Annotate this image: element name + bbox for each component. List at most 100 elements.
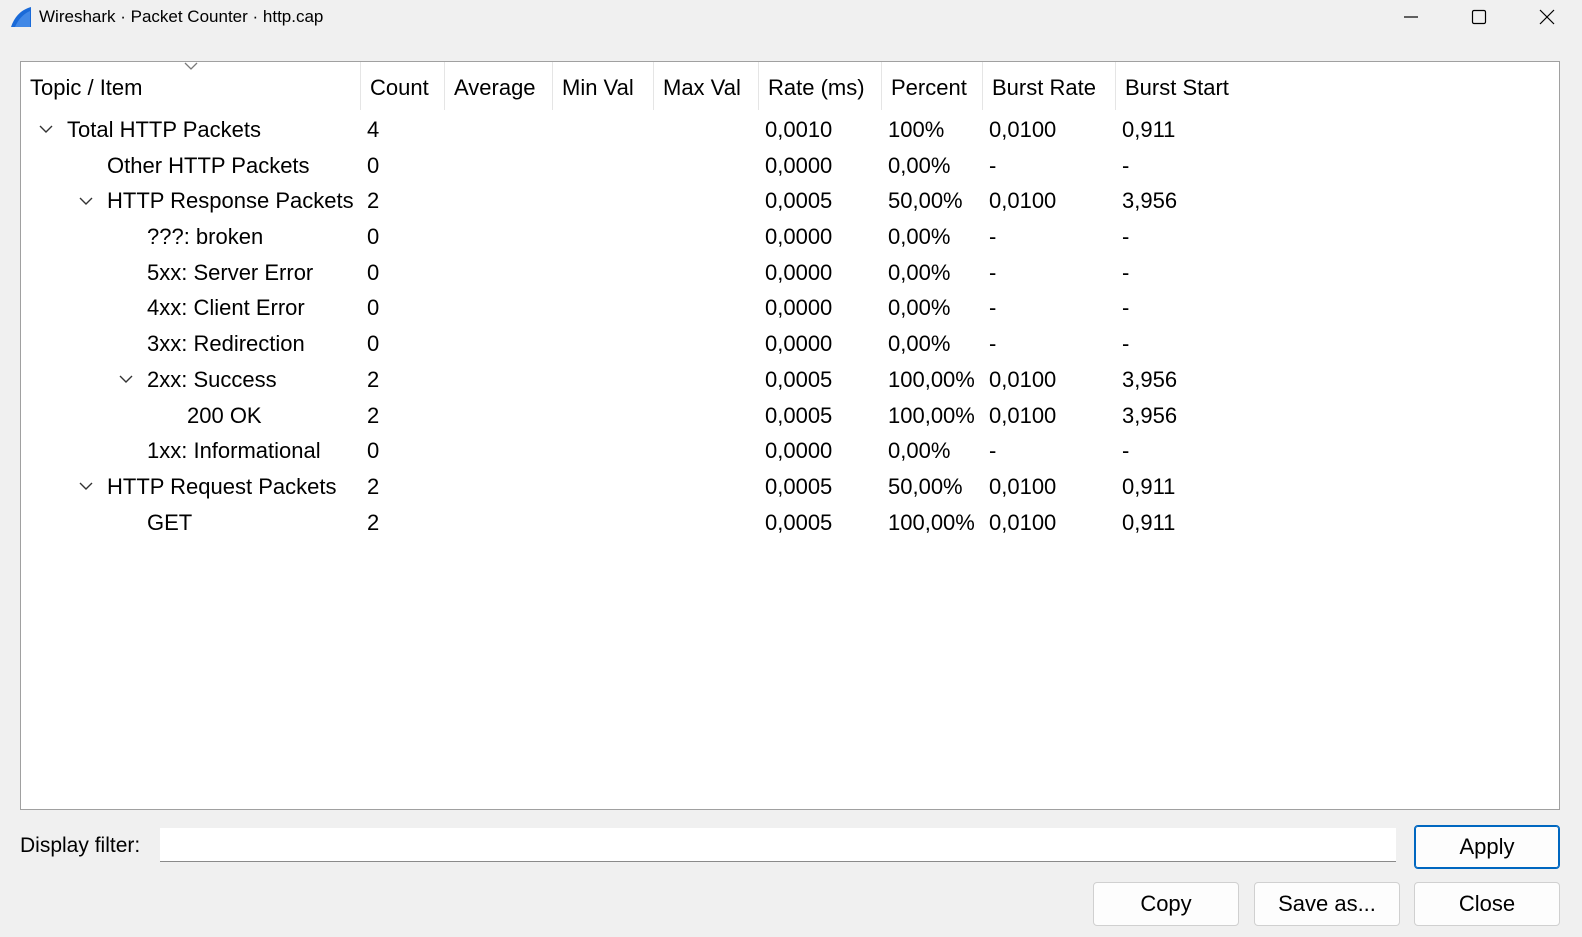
table-row[interactable]: Total HTTP Packets 4 0,0010 100% 0,0100 0,911 <box>21 112 1559 148</box>
row-topic: 200 OK <box>187 402 262 428</box>
row-percent: 0,00% <box>888 295 951 321</box>
row-burst-rate: - <box>989 224 997 250</box>
column-header-min-val[interactable]: Min Val <box>553 62 654 110</box>
chevron-down-icon <box>184 62 198 70</box>
row-count: 0 <box>367 295 380 321</box>
chevron-down-icon <box>39 125 53 134</box>
table-row[interactable]: 200 OK 2 0,0005 100,00% 0,0100 3,956 <box>21 398 1559 434</box>
row-topic: 5xx: Server Error <box>147 259 314 285</box>
row-burst-start: 3,956 <box>1122 188 1178 214</box>
table-row[interactable]: 5xx: Server Error 0 0,0000 0,00% - - <box>21 255 1559 291</box>
row-percent: 100,00% <box>888 402 975 428</box>
table-row[interactable]: HTTP Request Packets 2 0,0005 50,00% 0,0100 0… <box>21 469 1559 505</box>
row-burst-start: 0,911 <box>1122 473 1176 499</box>
save-as-button[interactable]: Save as... <box>1254 882 1400 926</box>
row-burst-start: - <box>1122 331 1130 357</box>
row-percent: 50,00% <box>888 188 963 214</box>
expand-toggle[interactable] <box>74 183 98 219</box>
row-percent: 100,00% <box>888 509 975 535</box>
apply-button[interactable]: Apply <box>1414 825 1560 869</box>
row-burst-rate: 0,0100 <box>989 509 1057 535</box>
row-percent: 0,00% <box>888 438 951 464</box>
title-bar: Wireshark · Packet Counter · http.cap <box>0 0 1582 34</box>
column-header-percent[interactable]: Percent <box>882 62 983 110</box>
table-row[interactable]: 4xx: Client Error 0 0,0000 0,00% - - <box>21 290 1559 326</box>
chevron-down-icon <box>79 482 93 491</box>
row-burst-start: - <box>1122 438 1130 464</box>
row-rate: 0,0000 <box>765 152 833 178</box>
table-body: Total HTTP Packets 4 0,0010 100% 0,0100 0,911… <box>21 112 1559 540</box>
table-row[interactable]: 1xx: Informational 0 0,0000 0,00% - - <box>21 433 1559 469</box>
row-count: 2 <box>367 509 380 535</box>
column-header-burst-rate[interactable]: Burst Rate <box>983 62 1116 110</box>
table-row[interactable]: 3xx: Redirection 0 0,0000 0,00% - - <box>21 326 1559 362</box>
expand-toggle[interactable] <box>74 469 98 505</box>
maximize-button[interactable] <box>1446 0 1512 34</box>
expand-toggle[interactable] <box>114 362 138 398</box>
row-rate: 0,0005 <box>765 402 833 428</box>
packet-counter-tree[interactable]: Topic / Item Count Average Min Val Max V… <box>20 61 1560 810</box>
table-header: Topic / Item Count Average Min Val Max V… <box>21 62 1559 110</box>
copy-button[interactable]: Copy <box>1093 882 1239 926</box>
row-burst-rate: - <box>989 438 997 464</box>
minimize-button[interactable] <box>1378 0 1444 34</box>
table-row[interactable]: GET 2 0,0005 100,00% 0,0100 0,911 <box>21 505 1559 541</box>
row-burst-start: 0,911 <box>1122 117 1176 142</box>
row-rate: 0,0000 <box>765 438 833 464</box>
column-header-burst-start[interactable]: Burst Start <box>1116 62 1559 110</box>
row-rate: 0,0005 <box>765 473 833 499</box>
row-percent: 100,00% <box>888 366 975 392</box>
row-count: 0 <box>367 224 380 250</box>
row-topic: GET <box>147 509 193 535</box>
column-header-max-val[interactable]: Max Val <box>654 62 759 110</box>
table-row[interactable]: 2xx: Success 2 0,0005 100,00% 0,0100 3,956 <box>21 362 1559 398</box>
row-rate: 0,0000 <box>765 224 833 250</box>
column-header-average[interactable]: Average <box>445 62 553 110</box>
row-burst-start: - <box>1122 224 1130 250</box>
row-topic: 2xx: Success <box>147 366 277 392</box>
close-icon <box>1539 9 1555 25</box>
row-burst-rate: - <box>989 331 997 357</box>
row-count: 0 <box>367 152 380 178</box>
row-count: 2 <box>367 188 380 214</box>
close-window-button[interactable] <box>1514 0 1580 34</box>
row-burst-start: 3,956 <box>1122 366 1178 392</box>
row-burst-rate: 0,0100 <box>989 366 1057 392</box>
maximize-icon <box>1471 9 1487 25</box>
row-percent: 100% <box>888 117 945 142</box>
row-rate: 0,0005 <box>765 509 833 535</box>
column-header-rate[interactable]: Rate (ms) <box>759 62 882 110</box>
wireshark-fin-icon <box>11 7 31 27</box>
display-filter-input[interactable] <box>160 828 1396 862</box>
chevron-down-icon <box>119 375 133 384</box>
row-burst-rate: - <box>989 295 997 321</box>
row-burst-start: - <box>1122 259 1130 285</box>
row-count: 2 <box>367 402 380 428</box>
row-rate: 0,0010 <box>765 117 833 142</box>
row-burst-rate: - <box>989 152 997 178</box>
column-header-count[interactable]: Count <box>361 62 445 110</box>
row-topic: 4xx: Client Error <box>147 295 305 321</box>
table-row[interactable]: ???: broken 0 0,0000 0,00% - - <box>21 219 1559 255</box>
row-count: 2 <box>367 473 380 499</box>
row-burst-start: - <box>1122 152 1130 178</box>
row-rate: 0,0000 <box>765 259 833 285</box>
expand-toggle[interactable] <box>34 112 58 148</box>
close-button[interactable]: Close <box>1414 882 1560 926</box>
table-row[interactable]: Other HTTP Packets 0 0,0000 0,00% - - <box>21 148 1559 184</box>
row-count: 0 <box>367 331 380 357</box>
table-row[interactable]: HTTP Response Packets 2 0,0005 50,00% 0,0100… <box>21 183 1559 219</box>
row-percent: 0,00% <box>888 224 951 250</box>
row-burst-rate: 0,0100 <box>989 473 1057 499</box>
row-topic: HTTP Response Packets <box>107 188 354 214</box>
row-percent: 50,00% <box>888 473 963 499</box>
row-rate: 0,0005 <box>765 366 833 392</box>
row-burst-rate: 0,0100 <box>989 188 1057 214</box>
row-rate: 0,0000 <box>765 331 833 357</box>
row-percent: 0,00% <box>888 152 951 178</box>
row-count: 0 <box>367 259 380 285</box>
row-percent: 0,00% <box>888 259 951 285</box>
row-topic: 3xx: Redirection <box>147 331 305 357</box>
row-topic: ???: broken <box>147 224 264 250</box>
row-burst-rate: - <box>989 259 997 285</box>
